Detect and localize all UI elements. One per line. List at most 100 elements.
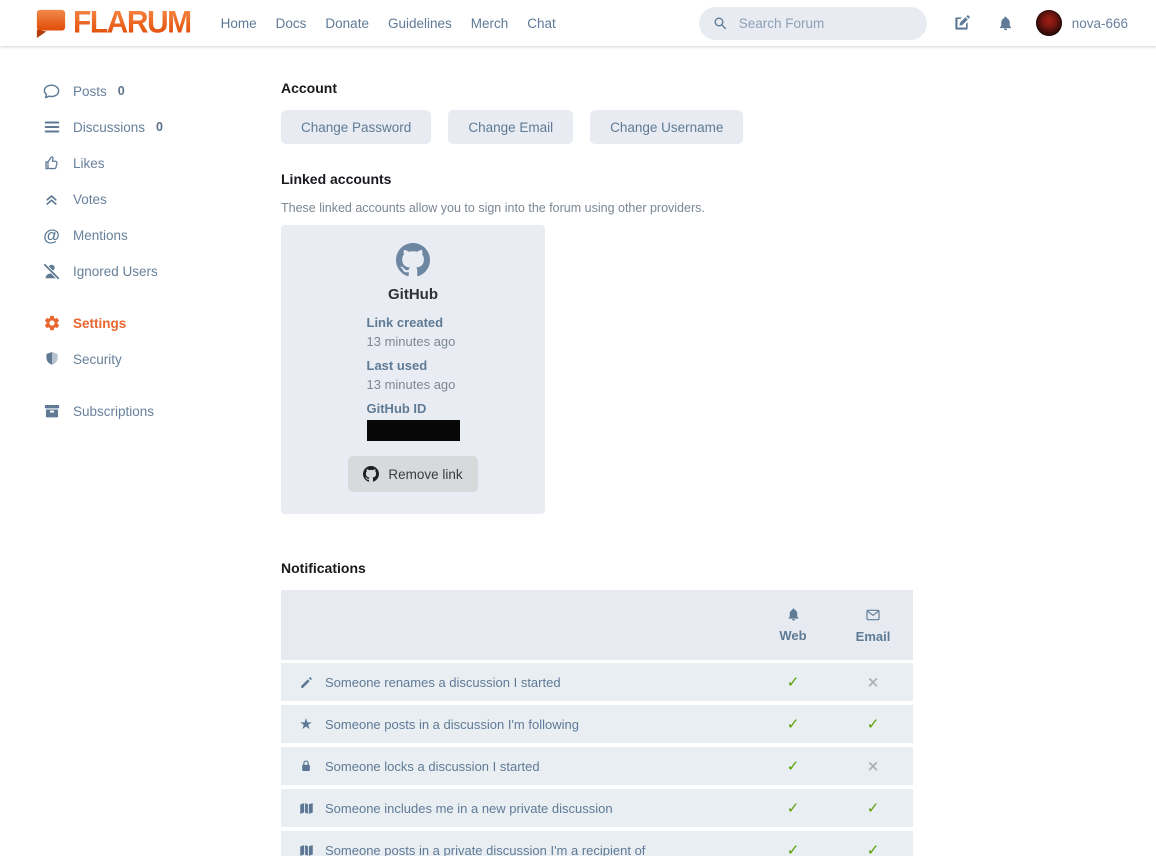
email-toggle[interactable]: × bbox=[833, 673, 913, 691]
compose-button[interactable] bbox=[952, 13, 972, 33]
notification-grid: Web Email bbox=[281, 590, 913, 856]
box-archive-icon bbox=[41, 402, 62, 420]
notification-row: Someone renames a discussion I started ✓… bbox=[281, 663, 913, 701]
web-toggle[interactable]: ✓ bbox=[753, 757, 833, 775]
link-created-label: Link created bbox=[367, 315, 460, 330]
web-column-label: Web bbox=[779, 628, 806, 643]
posts-count: 0 bbox=[118, 84, 125, 98]
flarum-logo-mark-icon bbox=[34, 7, 68, 39]
settings-content: Account Change Password Change Email Cha… bbox=[281, 46, 921, 856]
email-toggle[interactable]: ✓ bbox=[833, 799, 913, 817]
comment-icon bbox=[41, 82, 62, 101]
web-toggle[interactable]: ✓ bbox=[753, 841, 833, 856]
email-toggle[interactable]: ✓ bbox=[833, 841, 913, 856]
sidebar-item-subscriptions[interactable]: Subscriptions bbox=[0, 393, 281, 429]
notification-row: Someone locks a discussion I started ✓ × bbox=[281, 747, 913, 785]
sidebar-divider bbox=[0, 289, 281, 305]
notification-label: Someone posts in a private discussion I'… bbox=[325, 843, 753, 856]
bars-icon bbox=[41, 118, 62, 136]
github-id-entry: GitHub ID bbox=[367, 401, 460, 441]
sidebar-item-votes[interactable]: Votes bbox=[0, 181, 281, 217]
envelope-icon bbox=[865, 607, 881, 623]
user-slash-icon bbox=[41, 262, 62, 281]
notification-label: Someone includes me in a new private dis… bbox=[325, 801, 753, 816]
pencil-icon bbox=[298, 675, 314, 690]
nav-chat[interactable]: Chat bbox=[527, 16, 556, 31]
account-section-title: Account bbox=[281, 80, 921, 96]
notifications-section-title: Notifications bbox=[281, 560, 921, 576]
notification-row: Someone includes me in a new private dis… bbox=[281, 789, 913, 827]
profile-sidebar: Posts 0 Discussions 0 Likes bbox=[0, 46, 281, 856]
github-provider-name: GitHub bbox=[281, 286, 545, 303]
linked-accounts-description: These linked accounts allow you to sign … bbox=[281, 201, 921, 215]
remove-link-button[interactable]: Remove link bbox=[348, 456, 477, 492]
sidebar-item-label: Mentions bbox=[73, 228, 128, 243]
email-column-header: Email bbox=[833, 607, 913, 644]
sidebar-item-mentions[interactable]: @ Mentions bbox=[0, 217, 281, 253]
github-link-info: Link created 13 minutes ago Last used 13… bbox=[367, 315, 460, 441]
lock-icon bbox=[298, 759, 314, 773]
sidebar-item-label: Votes bbox=[73, 192, 107, 207]
web-toggle[interactable]: ✓ bbox=[753, 715, 833, 733]
web-toggle[interactable]: ✓ bbox=[753, 799, 833, 817]
notification-row: Someone posts in a private discussion I'… bbox=[281, 831, 913, 856]
shield-icon bbox=[41, 350, 62, 368]
last-used-label: Last used bbox=[367, 358, 460, 373]
thumbs-up-icon bbox=[41, 154, 62, 172]
logo-text: FLARUM bbox=[73, 7, 191, 38]
search-input[interactable] bbox=[737, 15, 914, 32]
primary-nav: Home Docs Donate Guidelines Merch Chat bbox=[221, 16, 556, 31]
sidebar-item-ignored-users[interactable]: Ignored Users bbox=[0, 253, 281, 289]
email-toggle[interactable]: × bbox=[833, 757, 913, 775]
sidebar-item-posts[interactable]: Posts 0 bbox=[0, 73, 281, 109]
change-password-button[interactable]: Change Password bbox=[281, 110, 431, 144]
github-icon bbox=[363, 466, 379, 482]
change-email-button[interactable]: Change Email bbox=[448, 110, 573, 144]
map-icon bbox=[298, 843, 314, 856]
flarum-logo[interactable]: FLARUM bbox=[34, 7, 191, 39]
last-used-value: 13 minutes ago bbox=[367, 377, 460, 392]
link-created-value: 13 minutes ago bbox=[367, 334, 460, 349]
top-navbar: FLARUM Home Docs Donate Guidelines Merch… bbox=[0, 0, 1156, 46]
sidebar-item-label: Ignored Users bbox=[73, 264, 158, 279]
search-icon bbox=[712, 15, 728, 31]
username[interactable]: nova-666 bbox=[1072, 16, 1128, 31]
github-id-label: GitHub ID bbox=[367, 401, 460, 416]
map-icon bbox=[298, 801, 314, 816]
remove-link-label: Remove link bbox=[388, 467, 462, 482]
sidebar-item-likes[interactable]: Likes bbox=[0, 145, 281, 181]
angles-up-icon bbox=[41, 191, 62, 208]
notification-grid-header: Web Email bbox=[281, 590, 913, 660]
sidebar-item-discussions[interactable]: Discussions 0 bbox=[0, 109, 281, 145]
notification-label: Someone renames a discussion I started bbox=[325, 675, 753, 690]
sidebar-item-label: Settings bbox=[73, 316, 126, 331]
github-icon bbox=[396, 243, 430, 277]
sidebar-item-security[interactable]: Security bbox=[0, 341, 281, 377]
discussions-count: 0 bbox=[156, 120, 163, 134]
notification-label: Someone locks a discussion I started bbox=[325, 759, 753, 774]
email-toggle[interactable]: ✓ bbox=[833, 715, 913, 733]
nav-guidelines[interactable]: Guidelines bbox=[388, 16, 452, 31]
change-username-button[interactable]: Change Username bbox=[590, 110, 743, 144]
sidebar-item-label: Security bbox=[73, 352, 122, 367]
star-icon: ★ bbox=[298, 717, 314, 732]
nav-donate[interactable]: Donate bbox=[325, 16, 369, 31]
sidebar-item-settings[interactable]: Settings bbox=[0, 305, 281, 341]
web-toggle[interactable]: ✓ bbox=[753, 673, 833, 691]
sidebar-item-label: Subscriptions bbox=[73, 404, 154, 419]
account-buttons: Change Password Change Email Change User… bbox=[281, 110, 921, 144]
sidebar-divider bbox=[0, 377, 281, 393]
sidebar-item-label: Posts bbox=[73, 84, 107, 99]
gear-icon bbox=[41, 314, 62, 332]
sidebar-item-label: Discussions bbox=[73, 120, 145, 135]
notification-row: ★ Someone posts in a discussion I'm foll… bbox=[281, 705, 913, 743]
search-box[interactable] bbox=[699, 7, 927, 40]
nav-home[interactable]: Home bbox=[221, 16, 257, 31]
sidebar-item-label: Likes bbox=[73, 156, 105, 171]
nav-docs[interactable]: Docs bbox=[276, 16, 307, 31]
user-avatar[interactable] bbox=[1036, 10, 1062, 36]
link-created-entry: Link created 13 minutes ago bbox=[367, 315, 460, 349]
nav-merch[interactable]: Merch bbox=[471, 16, 509, 31]
github-id-redacted-value bbox=[367, 420, 460, 441]
notifications-bell-button[interactable] bbox=[997, 15, 1014, 32]
